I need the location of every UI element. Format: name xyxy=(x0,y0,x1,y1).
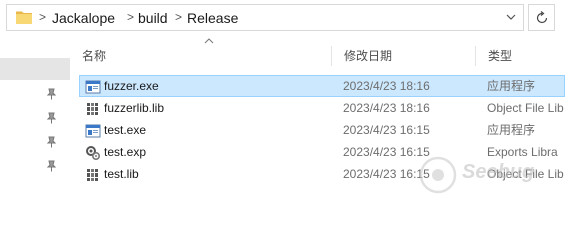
file-type: 应用程序 xyxy=(487,123,536,137)
file-date: 2023/4/23 16:15 xyxy=(343,123,430,137)
pin-icon[interactable] xyxy=(46,160,58,172)
file-name: test.exe xyxy=(104,123,147,137)
breadcrumb-separator: > xyxy=(175,10,183,24)
breadcrumb[interactable]: > Jackalope > build > Release xyxy=(6,4,524,31)
refresh-icon xyxy=(536,11,548,24)
seebug-logo xyxy=(419,156,457,194)
breadcrumb-jackalope[interactable]: Jackalope xyxy=(52,10,115,26)
file-type: 应用程序 xyxy=(487,79,536,93)
file-name: test.lib xyxy=(104,167,139,181)
folder-icon xyxy=(16,11,32,24)
column-header-date-modified[interactable]: 修改日期 xyxy=(331,46,474,66)
breadcrumb-build[interactable]: build xyxy=(138,10,168,26)
file-row[interactable]: test.exe 2023/4/23 16:15 应用程序 xyxy=(79,119,565,141)
lib-icon xyxy=(87,103,98,115)
column-header-name[interactable]: 名称 xyxy=(70,46,330,66)
file-row[interactable]: fuzzer.exe 2023/4/23 18:16 应用程序 xyxy=(79,75,565,97)
column-header-bar: 名称 修改日期 类型 xyxy=(70,36,565,74)
watermark-text: Seebug xyxy=(462,161,535,183)
breadcrumb-separator: > xyxy=(39,10,47,24)
chevron-down-icon[interactable] xyxy=(505,11,517,23)
file-date: 2023/4/23 16:15 xyxy=(343,167,430,181)
pin-icon[interactable] xyxy=(46,88,58,100)
breadcrumb-release[interactable]: Release xyxy=(187,10,238,26)
file-name: test.exp xyxy=(104,145,147,159)
breadcrumb-separator: > xyxy=(127,10,135,24)
column-header-type[interactable]: 类型 xyxy=(475,46,565,66)
pin-icon[interactable] xyxy=(46,136,58,148)
file-type: Object File Lib xyxy=(487,101,564,115)
exe-icon xyxy=(85,124,101,138)
navigation-pane xyxy=(0,36,70,202)
file-name: fuzzer.exe xyxy=(104,79,159,93)
lib-icon xyxy=(87,169,98,181)
address-bar: > Jackalope > build > Release xyxy=(0,0,565,36)
refresh-button[interactable] xyxy=(528,4,555,31)
nav-item-selected[interactable] xyxy=(0,58,70,80)
file-row[interactable]: fuzzerlib.lib 2023/4/23 18:16 Object Fil… xyxy=(79,97,565,119)
sort-ascending-icon xyxy=(204,38,214,44)
file-date: 2023/4/23 18:16 xyxy=(343,79,430,93)
exp-icon xyxy=(86,146,101,161)
file-date: 2023/4/23 18:16 xyxy=(343,101,430,115)
seebug-watermark: Seebug xyxy=(418,152,563,200)
file-date: 2023/4/23 16:15 xyxy=(343,145,430,159)
pin-icon[interactable] xyxy=(46,112,58,124)
exe-icon xyxy=(85,80,101,94)
file-name: fuzzerlib.lib xyxy=(104,101,165,115)
